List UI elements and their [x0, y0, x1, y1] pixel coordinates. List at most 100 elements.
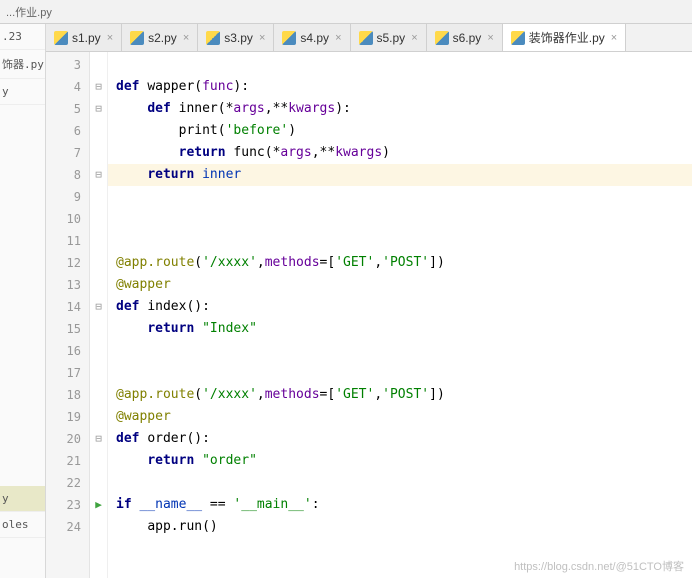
code-line[interactable]: @wapper: [108, 406, 692, 428]
sidebar-file-item[interactable]: oles: [0, 512, 45, 538]
editor-tab[interactable]: s2.py×: [122, 24, 198, 51]
code-line[interactable]: @wapper: [108, 274, 692, 296]
line-number[interactable]: 15: [46, 318, 89, 340]
tab-label: s1.py: [72, 31, 101, 45]
code-line[interactable]: [108, 54, 692, 76]
editor-area: s1.py×s2.py×s3.py×s4.py×s5.py×s6.py×装饰器作…: [46, 24, 692, 578]
fold-spacer: [90, 472, 107, 494]
code-line[interactable]: return func(*args,**kwargs): [108, 142, 692, 164]
code-line[interactable]: def index():: [108, 296, 692, 318]
line-number[interactable]: 23: [46, 494, 89, 516]
fold-spacer: [90, 318, 107, 340]
code-line[interactable]: def order():: [108, 428, 692, 450]
code-line[interactable]: [108, 340, 692, 362]
editor-tab[interactable]: s5.py ×: [351, 24, 427, 51]
code-line[interactable]: [108, 208, 692, 230]
line-number[interactable]: 16: [46, 340, 89, 362]
python-file-icon: [282, 31, 296, 45]
line-number[interactable]: 7: [46, 142, 89, 164]
tab-label: s5.py: [377, 31, 406, 45]
line-number[interactable]: 13: [46, 274, 89, 296]
close-icon[interactable]: ×: [259, 32, 265, 44]
python-file-icon: [435, 31, 449, 45]
fold-spacer: [90, 54, 107, 76]
code-line[interactable]: print('before'): [108, 120, 692, 142]
close-icon[interactable]: ×: [611, 32, 617, 44]
python-file-icon: [54, 31, 68, 45]
editor-tab[interactable]: s6.py ×: [427, 24, 503, 51]
line-number[interactable]: 3: [46, 54, 89, 76]
line-number[interactable]: 22: [46, 472, 89, 494]
line-number[interactable]: 11: [46, 230, 89, 252]
code-editor[interactable]: 3456789101112131415161718192021222324 ⊟⊟…: [46, 52, 692, 578]
line-number[interactable]: 14: [46, 296, 89, 318]
code-line[interactable]: [108, 186, 692, 208]
fold-toggle-icon[interactable]: ⊟: [90, 164, 107, 186]
sidebar-file-item[interactable]: y: [0, 79, 45, 105]
code-line[interactable]: if __name__ == '__main__':: [108, 494, 692, 516]
breadcrumb: ...作业.py: [0, 4, 52, 20]
fold-spacer: [90, 230, 107, 252]
tab-label: s6.py: [453, 31, 482, 45]
editor-tab[interactable]: 装饰器作业.py×: [503, 24, 626, 51]
fold-spacer: [90, 208, 107, 230]
close-icon[interactable]: ×: [107, 32, 113, 44]
line-number[interactable]: 17: [46, 362, 89, 384]
line-number[interactable]: 4: [46, 76, 89, 98]
code-line[interactable]: return "order": [108, 450, 692, 472]
fold-toggle-icon[interactable]: ⊟: [90, 98, 107, 120]
code-line[interactable]: [108, 362, 692, 384]
line-number[interactable]: 24: [46, 516, 89, 538]
code-line[interactable]: def wapper(func):: [108, 76, 692, 98]
fold-spacer: [90, 274, 107, 296]
fold-spacer: [90, 384, 107, 406]
close-icon[interactable]: ×: [183, 32, 189, 44]
line-number[interactable]: 8: [46, 164, 89, 186]
editor-tab[interactable]: s4.py ×: [274, 24, 350, 51]
fold-toggle-icon[interactable]: ⊟: [90, 296, 107, 318]
sidebar-file-item[interactable]: y: [0, 486, 45, 512]
close-icon[interactable]: ×: [411, 32, 417, 44]
code-line[interactable]: [108, 230, 692, 252]
line-number[interactable]: 21: [46, 450, 89, 472]
line-number[interactable]: 18: [46, 384, 89, 406]
code-line[interactable]: @app.route('/xxxx',methods=['GET','POST'…: [108, 384, 692, 406]
fold-spacer: [90, 450, 107, 472]
fold-spacer: [90, 362, 107, 384]
close-icon[interactable]: ×: [335, 32, 341, 44]
python-file-icon: [206, 31, 220, 45]
watermark: https://blog.csdn.net/@51CTO博客: [514, 558, 684, 574]
fold-toggle-icon[interactable]: ⊟: [90, 428, 107, 450]
line-number[interactable]: 19: [46, 406, 89, 428]
run-marker-icon[interactable]: ▶: [90, 494, 107, 516]
line-gutter: 3456789101112131415161718192021222324: [46, 52, 90, 578]
code-line[interactable]: @app.route('/xxxx',methods=['GET','POST'…: [108, 252, 692, 274]
code-line[interactable]: return inner: [108, 164, 692, 186]
fold-spacer: [90, 340, 107, 362]
fold-spacer: [90, 406, 107, 428]
code-line[interactable]: [108, 472, 692, 494]
editor-tab[interactable]: s3.py×: [198, 24, 274, 51]
fold-spacer: [90, 252, 107, 274]
code-content[interactable]: def wapper(func): def inner(*args,**kwar…: [108, 52, 692, 578]
sidebar-file-item[interactable]: 饰器.py: [0, 50, 45, 79]
python-file-icon: [359, 31, 373, 45]
line-number[interactable]: 5: [46, 98, 89, 120]
line-number[interactable]: 10: [46, 208, 89, 230]
side-label: .23: [0, 24, 45, 50]
code-line[interactable]: return "Index": [108, 318, 692, 340]
python-file-icon: [511, 31, 525, 45]
code-line[interactable]: def inner(*args,**kwargs):: [108, 98, 692, 120]
tab-label: s4.py: [300, 31, 329, 45]
line-number[interactable]: 20: [46, 428, 89, 450]
line-number[interactable]: 6: [46, 120, 89, 142]
code-line[interactable]: app.run(): [108, 516, 692, 538]
fold-spacer: [90, 120, 107, 142]
fold-column[interactable]: ⊟⊟⊟⊟⊟▶: [90, 52, 108, 578]
fold-toggle-icon[interactable]: ⊟: [90, 76, 107, 98]
line-number[interactable]: 12: [46, 252, 89, 274]
close-icon[interactable]: ×: [487, 32, 493, 44]
fold-spacer: [90, 142, 107, 164]
line-number[interactable]: 9: [46, 186, 89, 208]
editor-tab[interactable]: s1.py ×: [46, 24, 122, 51]
